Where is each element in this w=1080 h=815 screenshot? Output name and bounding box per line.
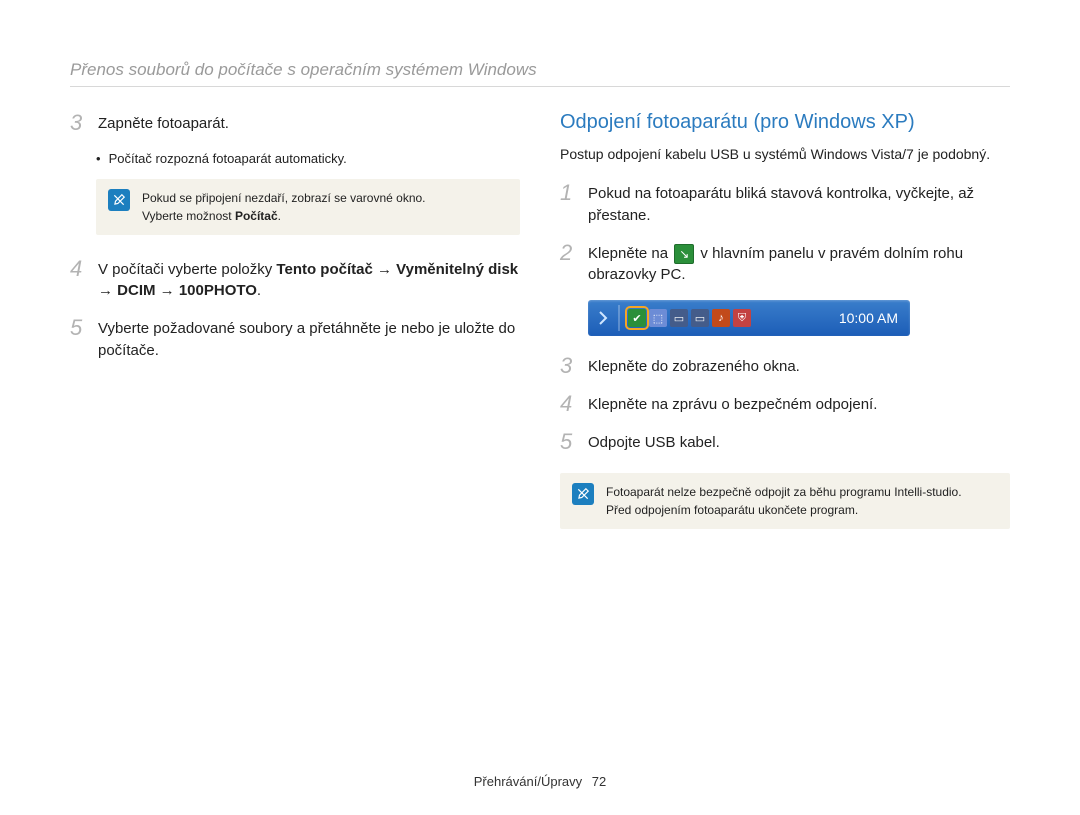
taskbar-chevron-icon: [594, 304, 612, 332]
note-icon: [572, 483, 594, 505]
section-intro: Postup odpojení kabelu USB u systémů Win…: [560, 144, 1010, 165]
step-number: 2: [560, 241, 588, 265]
right-step-5: 5 Odpojte USB kabel.: [560, 430, 1010, 454]
right-step-2: 2 Klepněte na ↘ v hlavním panelu v pravé…: [560, 241, 1010, 287]
taskbar-screenshot: ✔ ⬚ ▭ ▭ ♪ ⛨ 10:00 AM: [588, 300, 910, 336]
step-text: Klepněte na ↘ v hlavním panelu v pravém …: [588, 241, 1010, 287]
note-line2-suffix: .: [278, 209, 281, 223]
footer-page-number: 72: [592, 774, 606, 789]
step-text: Vyberte požadované soubory a přetáhněte …: [98, 316, 520, 362]
step-text: Zapněte fotoaparát.: [98, 111, 520, 135]
right-step-4: 4 Klepněte na zprávu o bezpečném odpojen…: [560, 392, 1010, 416]
header-divider: [70, 86, 1010, 87]
tray-security-icon: ⛨: [733, 309, 751, 327]
page-footer: Přehrávání/Úpravy 72: [0, 774, 1080, 789]
sub-bullet-text: Počítač rozpozná fotoaparát automaticky.: [109, 149, 347, 169]
step-number: 5: [70, 316, 98, 340]
right-column: Odpojení fotoaparátu (pro Windows XP) Po…: [560, 111, 1010, 551]
tray-volume-icon: ♪: [712, 309, 730, 327]
page-header-title: Přenos souborů do počítače s operačním s…: [70, 60, 1010, 80]
step-text: Pokud na fotoaparátu bliká stavová kontr…: [588, 181, 1010, 227]
left-step-3-sub: Počítač rozpozná fotoaparát automaticky.: [96, 149, 520, 169]
note-icon: [108, 189, 130, 211]
note-text: Fotoaparát nelze bezpečně odpojit za běh…: [606, 483, 998, 519]
taskbar-tray: ✔ ⬚ ▭ ▭ ♪ ⛨: [626, 307, 753, 329]
note-line2-bold: Počítač: [235, 209, 278, 223]
step-number: 4: [560, 392, 588, 416]
tray-network-icon: ⬚: [649, 309, 667, 327]
step-text: V počítači vyberte položky Tento počítač…: [98, 257, 520, 303]
step-number: 5: [560, 430, 588, 454]
step-text: Klepněte na zprávu o bezpečném odpojení.: [588, 392, 1010, 416]
tray-display2-icon: ▭: [691, 309, 709, 327]
step-number: 3: [560, 354, 588, 378]
note-text: Pokud se připojení nezdaří, zobrazí se v…: [142, 189, 508, 225]
note-line1: Pokud se připojení nezdaří, zobrazí se v…: [142, 191, 426, 205]
step-text: Odpojte USB kabel.: [588, 430, 1010, 454]
tray-safely-remove-icon: ✔: [628, 309, 646, 327]
step4-prefix: V počítači vyberte položky: [98, 261, 276, 278]
step-number: 1: [560, 181, 588, 205]
left-note-box: Pokud se připojení nezdaří, zobrazí se v…: [96, 179, 520, 235]
footer-section: Přehrávání/Úpravy: [474, 774, 582, 789]
note-line2-prefix: Vyberte možnost: [142, 209, 235, 223]
step-number: 4: [70, 257, 98, 281]
left-step-4: 4 V počítači vyberte položky Tento počít…: [70, 257, 520, 303]
right-step-3: 3 Klepněte do zobrazeného okna.: [560, 354, 1010, 378]
safely-remove-icon: ↘: [674, 244, 694, 264]
step-number: 3: [70, 111, 98, 135]
left-step-3: 3 Zapněte fotoaparát.: [70, 111, 520, 135]
step-text: Klepněte do zobrazeného okna.: [588, 354, 1010, 378]
tray-display-icon: ▭: [670, 309, 688, 327]
left-column: 3 Zapněte fotoaparát. Počítač rozpozná f…: [70, 111, 520, 551]
right-note-box: Fotoaparát nelze bezpečně odpojit za běh…: [560, 473, 1010, 529]
taskbar-separator: [618, 305, 620, 331]
step4-suffix: .: [257, 282, 261, 299]
note-line2: Před odpojením fotoaparátu ukončete prog…: [606, 503, 858, 517]
note-line1: Fotoaparát nelze bezpečně odpojit za běh…: [606, 485, 962, 499]
right-step-1: 1 Pokud na fotoaparátu bliká stavová kon…: [560, 181, 1010, 227]
taskbar-clock: 10:00 AM: [839, 310, 904, 326]
content-columns: 3 Zapněte fotoaparát. Počítač rozpozná f…: [70, 111, 1010, 551]
left-step-5: 5 Vyberte požadované soubory a přetáhnět…: [70, 316, 520, 362]
section-heading: Odpojení fotoaparátu (pro Windows XP): [560, 111, 1010, 134]
step2-pre: Klepněte na: [588, 245, 672, 262]
